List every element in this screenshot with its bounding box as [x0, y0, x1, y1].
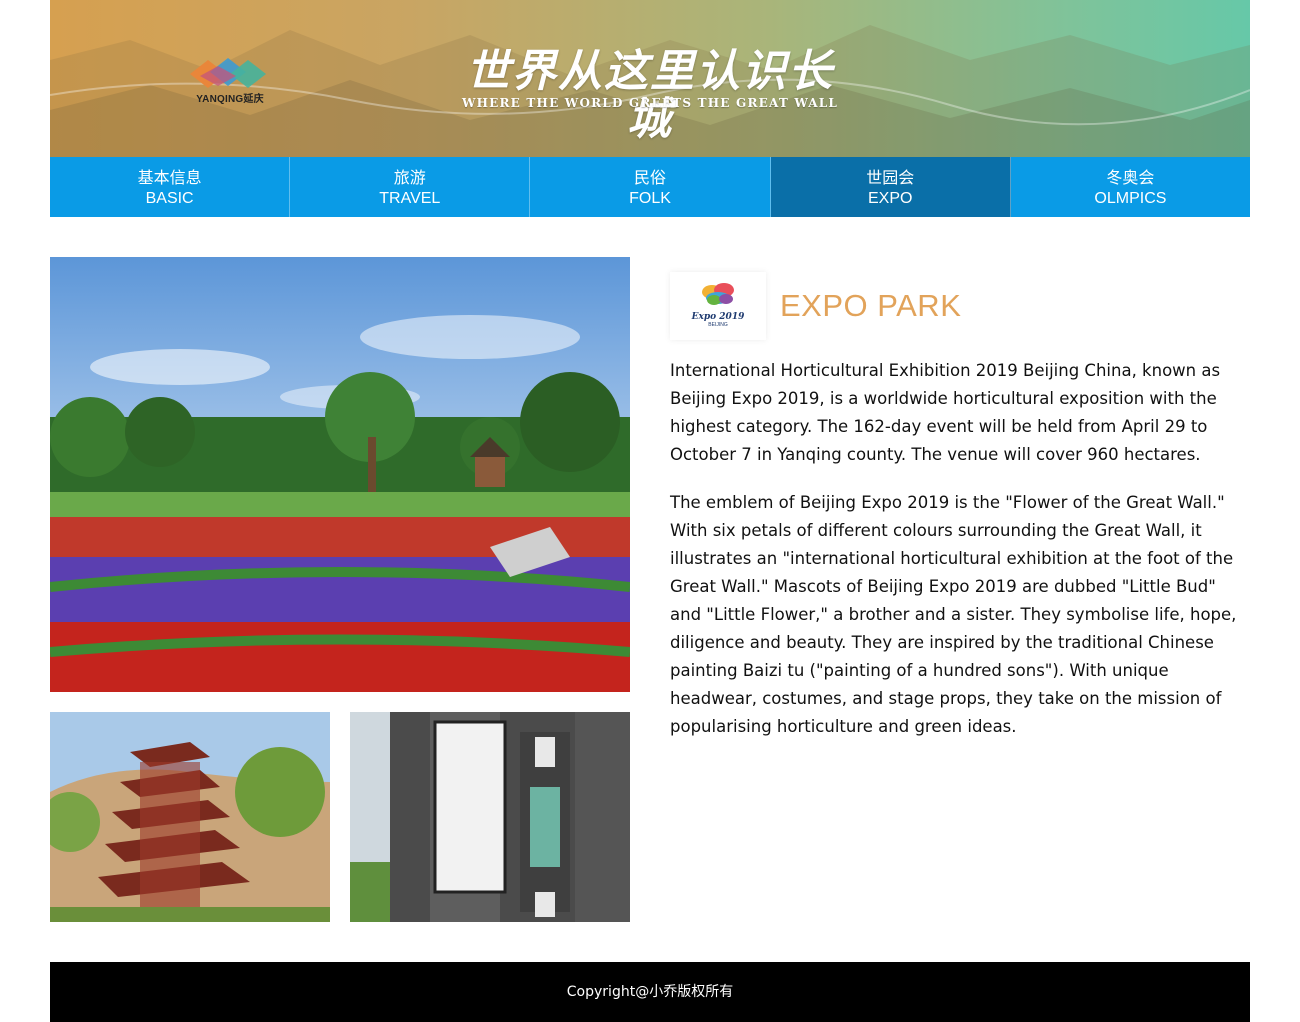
nav-item-expo[interactable]: 世园会 EXPO [770, 157, 1011, 217]
nav-label-cn: 冬奥会 [1106, 168, 1155, 187]
nav-label-cn: 世园会 [866, 168, 915, 187]
nav-label-en: BASIC [145, 190, 194, 207]
expo-logo-text: Expo 2019 [691, 312, 745, 322]
garden-image [50, 257, 630, 692]
pagoda-photo [50, 712, 330, 922]
nav-label-cn: 民俗 [634, 168, 667, 187]
logo-text: YANQING延庆 [196, 94, 264, 105]
nav-label-cn: 基本信息 [137, 168, 202, 187]
nav-label-en: TRAVEL [379, 190, 441, 207]
screen-wall-image [350, 712, 630, 922]
nav-item-folk[interactable]: 民俗 FOLK [530, 157, 771, 217]
main-nav: 基本信息 BASIC 旅游 TRAVEL 民俗 FOLK 世园会 EXPO 冬奥… [50, 157, 1250, 217]
nav-item-olympics[interactable]: 冬奥会 OLMPICS [1011, 157, 1250, 217]
screen-wall-photo [350, 712, 630, 922]
footer: Copyright@小乔版权所有 [50, 962, 1250, 1022]
nav-label-en: FOLK [629, 190, 671, 207]
expo-flower-icon [702, 283, 734, 305]
description-paragraph: International Horticultural Exhibition 2… [670, 361, 1221, 464]
copyright-text: Copyright@小乔版权所有 [566, 984, 734, 1000]
pagoda-image [50, 712, 330, 922]
expo-logo-sub: BEIJING [708, 322, 728, 328]
nav-label-en: OLMPICS [1094, 190, 1167, 207]
yanqing-logo[interactable]: YANQING延庆 [180, 52, 280, 108]
nav-label-cn: 旅游 [393, 168, 426, 187]
section-title: EXPO PARK [780, 288, 962, 323]
header-banner: YANQING延庆 世界从这里认识长城 WHERE THE WORLD GREE… [50, 0, 1250, 157]
banner-subtitle: WHERE THE WORLD GREETS THE GREAT WALL [461, 96, 839, 110]
nav-item-travel[interactable]: 旅游 TRAVEL [290, 157, 531, 217]
expo-2019-logo: Expo 2019 BEIJING [670, 272, 766, 340]
nav-item-basic[interactable]: 基本信息 BASIC [50, 157, 291, 217]
nav-label-en: EXPO [867, 190, 913, 207]
yanqing-logo-icon [190, 58, 266, 88]
description-paragraph: The emblem of Beijing Expo 2019 is the "… [670, 493, 1237, 736]
expo-garden-photo [50, 257, 630, 692]
